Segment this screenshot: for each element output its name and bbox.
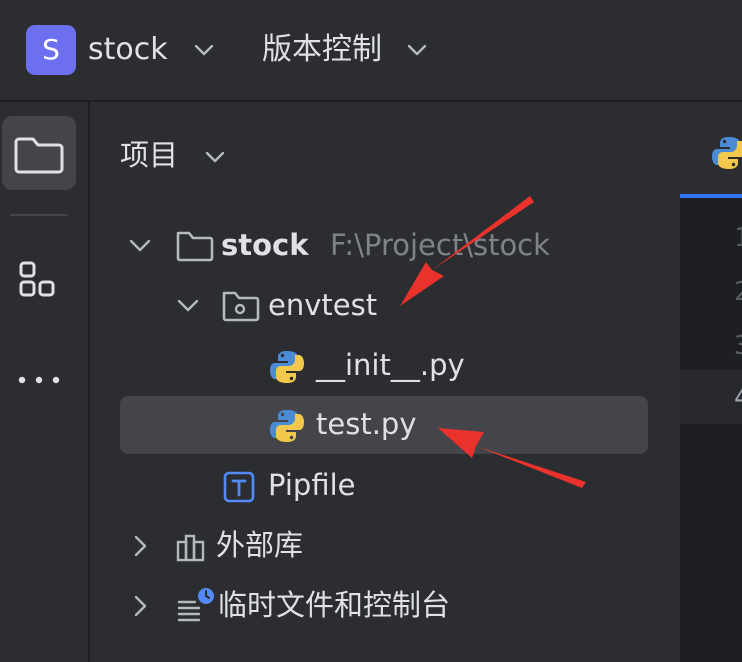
editor-tab-bar <box>680 102 742 200</box>
library-icon <box>176 534 205 562</box>
tree-row-envtest[interactable]: envtest <box>90 277 680 335</box>
chevron-down-icon[interactable] <box>204 148 226 166</box>
vcs-menu-label[interactable]: 版本控制 <box>262 31 382 69</box>
folder-icon <box>176 231 214 262</box>
current-line-highlight <box>680 370 742 424</box>
title-bar: S stock 版本控制 <box>0 0 742 102</box>
panel-title[interactable]: 项目 <box>120 136 178 174</box>
project-panel: 项目 stock F:\Project\stock envtest __init… <box>90 102 680 662</box>
project-name[interactable]: stock <box>88 31 168 69</box>
editor-area: 1 2 3 4 <box>680 102 742 662</box>
tree-row-pipfile[interactable]: Pipfile <box>90 457 680 515</box>
more-tool-button[interactable] <box>2 342 76 416</box>
structure-icon <box>19 261 55 297</box>
tree-row-stock[interactable]: stock F:\Project\stock <box>90 217 680 275</box>
chevron-down-icon[interactable] <box>128 235 152 257</box>
line-number: 4 <box>734 383 742 413</box>
package-folder-icon <box>222 291 260 322</box>
tree-row-init-py[interactable]: __init__.py <box>90 337 680 395</box>
tree-label-init-py: __init__.py <box>316 348 465 382</box>
tree-label-test-py: test.py <box>316 407 417 441</box>
chevron-right-icon[interactable] <box>130 594 152 618</box>
tree-label-pipfile: Pipfile <box>268 468 356 502</box>
project-tool-button[interactable] <box>2 116 76 190</box>
tool-window-strip <box>0 102 90 662</box>
tree-label-scratches: 临时文件和控制台 <box>218 588 451 622</box>
structure-tool-button[interactable] <box>2 244 76 318</box>
active-tab-indicator <box>680 194 742 198</box>
text-file-icon <box>223 471 255 503</box>
scratches-icon <box>177 588 214 622</box>
python-file-icon <box>270 410 304 442</box>
folder-icon <box>14 137 64 174</box>
tree-path-stock: F:\Project\stock <box>330 228 550 262</box>
chevron-down-icon[interactable] <box>406 40 428 60</box>
line-number: 3 <box>734 331 742 361</box>
tree-label-external-libraries: 外部库 <box>216 528 304 562</box>
tree-label-stock: stock <box>221 228 309 262</box>
tree-label-envtest: envtest <box>268 288 378 322</box>
python-file-icon <box>270 351 304 383</box>
chevron-down-icon[interactable] <box>193 40 215 60</box>
python-file-icon[interactable] <box>710 134 742 172</box>
line-number: 2 <box>734 277 742 307</box>
project-badge[interactable]: S <box>26 25 76 75</box>
tree-row-test-py[interactable]: test.py <box>90 396 680 454</box>
toolstrip-divider <box>10 214 68 216</box>
more-icon <box>18 376 60 384</box>
chevron-right-icon[interactable] <box>130 534 152 558</box>
chevron-down-icon[interactable] <box>176 295 200 317</box>
tree-row-external-libraries[interactable]: 外部库 <box>90 517 680 575</box>
tree-row-scratches[interactable]: 临时文件和控制台 <box>90 577 680 635</box>
line-number: 1 <box>734 223 742 253</box>
